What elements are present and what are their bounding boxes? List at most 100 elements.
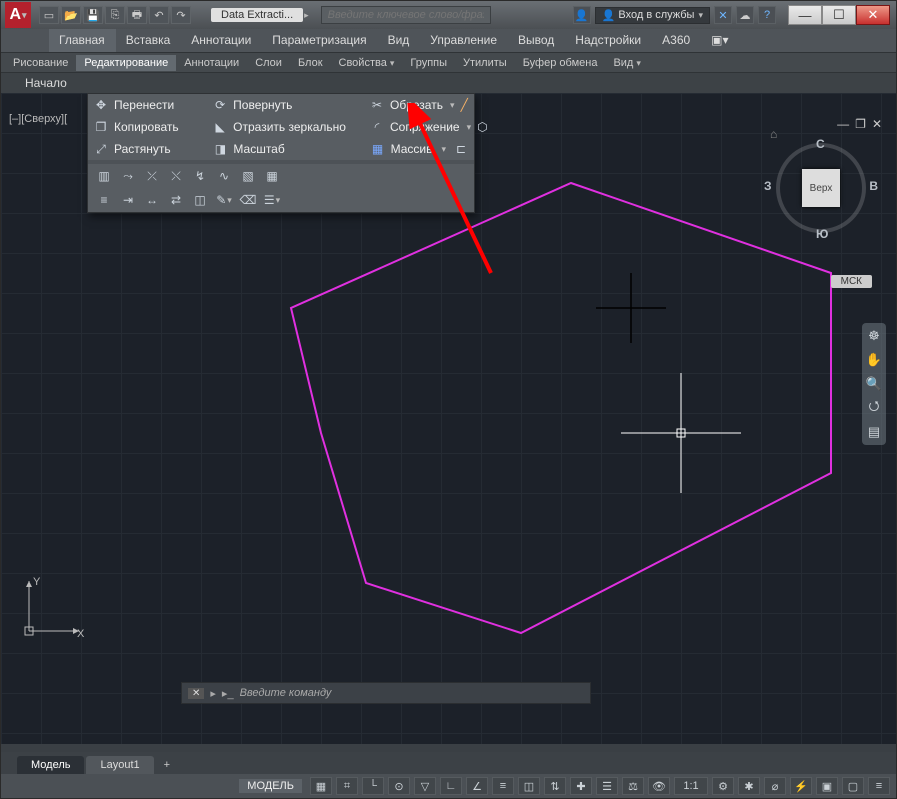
otrack-icon[interactable]: ∠ [466, 777, 488, 795]
help-icon[interactable]: ? [758, 6, 776, 24]
vp-minimize-icon[interactable]: — [837, 117, 849, 131]
viewcube-top-face[interactable]: Верх [802, 169, 840, 207]
edit-polyline-icon[interactable]: ↯ [192, 168, 208, 184]
start-tab[interactable]: Начало [25, 76, 67, 90]
join-icon[interactable]: ⤳ [120, 168, 136, 184]
osnap-icon[interactable]: ∟ [440, 777, 462, 795]
pan-icon[interactable]: ✋ [865, 351, 883, 369]
model-tab[interactable]: Модель [17, 756, 84, 774]
vp-restore-icon[interactable]: ❐ [855, 117, 866, 131]
viewcube[interactable]: ⌂ Верх С Ю З В [776, 143, 866, 233]
tab-output[interactable]: Вывод [508, 29, 565, 52]
clean-screen-icon[interactable]: ▢ [842, 777, 864, 795]
signin-button[interactable]: 👤 Вход в службы▾ [595, 7, 710, 24]
scale-button[interactable]: ◨Масштаб [207, 142, 364, 156]
customize-icon[interactable]: ≡ [868, 777, 890, 795]
ortho-toggle-icon[interactable]: └ [362, 777, 384, 795]
break-icon[interactable]: ⤫ [144, 168, 160, 184]
save-icon[interactable]: 💾 [83, 6, 103, 24]
isolate-icon[interactable]: ▣ [816, 777, 838, 795]
workspace-icon[interactable]: ⚙ [712, 777, 734, 795]
redo-icon[interactable]: ↷ [171, 6, 191, 24]
dyn-input-icon[interactable]: ✚ [570, 777, 592, 795]
array-button[interactable]: ▦Массив▾⊏ [365, 142, 474, 156]
showmotion-icon[interactable]: ▤ [865, 423, 883, 441]
annotation-visibility-icon[interactable]: 👁 [648, 777, 670, 795]
panel-utilities[interactable]: Утилиты [455, 55, 515, 71]
edit-array-icon[interactable]: ▦ [264, 168, 280, 184]
rotate-button[interactable]: ⟳Повернуть [207, 98, 364, 112]
cmd-close-icon[interactable]: ✕ [188, 688, 204, 699]
tab-addins[interactable]: Надстройки [565, 29, 652, 52]
command-line[interactable]: ✕ ▸ ▸_ Введите команду [181, 682, 591, 704]
panel-block[interactable]: Блок [290, 55, 331, 71]
app-logo-icon[interactable]: A▾ [5, 2, 31, 28]
exchange-icon[interactable]: ✕ [714, 6, 732, 24]
selection-cycling-icon[interactable]: ⇅ [544, 777, 566, 795]
units-icon[interactable]: ⌀ [764, 777, 786, 795]
snap-toggle-icon[interactable]: ⌗ [336, 777, 358, 795]
window-minimize-button[interactable]: — [788, 5, 822, 25]
panel-layers[interactable]: Слои [247, 55, 290, 71]
trim-button[interactable]: ✂Обрезать▾╱ [364, 98, 474, 112]
vp-close-icon[interactable]: ✕ [872, 117, 882, 131]
panel-modify[interactable]: Редактирование [76, 55, 176, 71]
tab-annotate[interactable]: Аннотации [181, 29, 262, 52]
fillet-button[interactable]: ◜Сопряжение▾⬡ [364, 120, 474, 134]
window-maximize-button[interactable]: ☐ [822, 5, 856, 25]
deletedup-icon[interactable]: ⌫ [240, 192, 256, 208]
layout1-tab[interactable]: Layout1 [86, 756, 153, 774]
open-icon[interactable]: 📂 [61, 6, 81, 24]
grid-toggle-icon[interactable]: ▦ [310, 777, 332, 795]
status-model-button[interactable]: МОДЕЛЬ [239, 779, 302, 793]
viewport-label[interactable]: [–][Сверху][ [9, 113, 67, 125]
quick-props-icon[interactable]: ☰ [596, 777, 618, 795]
breakat-icon[interactable]: ⤬ [168, 168, 184, 184]
tab-parametric[interactable]: Параметризация [262, 29, 377, 52]
tab-view[interactable]: Вид [378, 29, 421, 52]
copy-button[interactable]: ❐Копировать [88, 120, 207, 134]
hardware-accel-icon[interactable]: ⚡ [790, 777, 812, 795]
saveas-icon[interactable]: ⎘ [105, 6, 125, 24]
steering-wheel-icon[interactable]: ☸ [865, 327, 883, 345]
tab-home[interactable]: Главная [49, 29, 116, 52]
setbypoint-icon[interactable]: ▥ [96, 168, 112, 184]
add-layout-tab[interactable]: + [156, 756, 178, 774]
erase-icon[interactable]: ╱ [460, 98, 468, 112]
signin-icon[interactable]: 👤 [573, 6, 591, 24]
mirror-button[interactable]: ◣Отразить зеркально [207, 120, 364, 134]
coordinate-system-label[interactable]: МСК [831, 275, 872, 288]
panel-annotations[interactable]: Аннотации [176, 55, 247, 71]
tab-insert[interactable]: Вставка [116, 29, 182, 52]
tab-overflow-icon[interactable]: ▣▾ [701, 29, 739, 52]
tab-a360[interactable]: A360 [652, 29, 701, 52]
cmd-recent-icon[interactable]: ▸ [210, 687, 216, 700]
offset-icon[interactable]: ⊏ [454, 142, 468, 156]
drawing-canvas[interactable]: [–][Сверху][ — ❐ ✕ ✥Перенести ⟳Повернуть… [1, 93, 896, 744]
lineweight-icon[interactable]: ≡ [492, 777, 514, 795]
edit-hatch-icon[interactable]: ▧ [240, 168, 256, 184]
align-icon[interactable]: ≡ [96, 192, 112, 208]
explode-icon[interactable]: ⬡ [477, 120, 487, 134]
draworder-icon[interactable]: ☰▾ [264, 192, 280, 208]
lengthen-icon[interactable]: ⇥ [120, 192, 136, 208]
tab-manage[interactable]: Управление [420, 29, 508, 52]
stretch-button[interactable]: ⤢Растянуть [88, 142, 207, 156]
panel-properties[interactable]: Свойства▾ [331, 55, 403, 71]
reverse-icon[interactable]: ⇄ [168, 192, 184, 208]
transparency-icon[interactable]: ◫ [518, 777, 540, 795]
changespace-icon[interactable]: ◫ [192, 192, 208, 208]
panel-clipboard[interactable]: Буфер обмена [515, 55, 606, 71]
scale-button[interactable]: 1:1 [674, 777, 708, 795]
viewcube-home-icon[interactable]: ⌂ [770, 127, 777, 141]
orbit-icon[interactable]: ⭯ [865, 399, 883, 417]
copynested-icon[interactable]: ✎▾ [216, 192, 232, 208]
blend-icon[interactable]: ↔ [144, 192, 160, 208]
polar-toggle-icon[interactable]: ⊙ [388, 777, 410, 795]
panel-draw[interactable]: Рисование [5, 55, 76, 71]
zoom-extents-icon[interactable]: 🔍 [865, 375, 883, 393]
search-input[interactable] [321, 6, 491, 24]
panel-view[interactable]: Вид▾ [605, 55, 648, 71]
annotation-scale-icon[interactable]: ⚖ [622, 777, 644, 795]
window-close-button[interactable]: ✕ [856, 5, 890, 25]
